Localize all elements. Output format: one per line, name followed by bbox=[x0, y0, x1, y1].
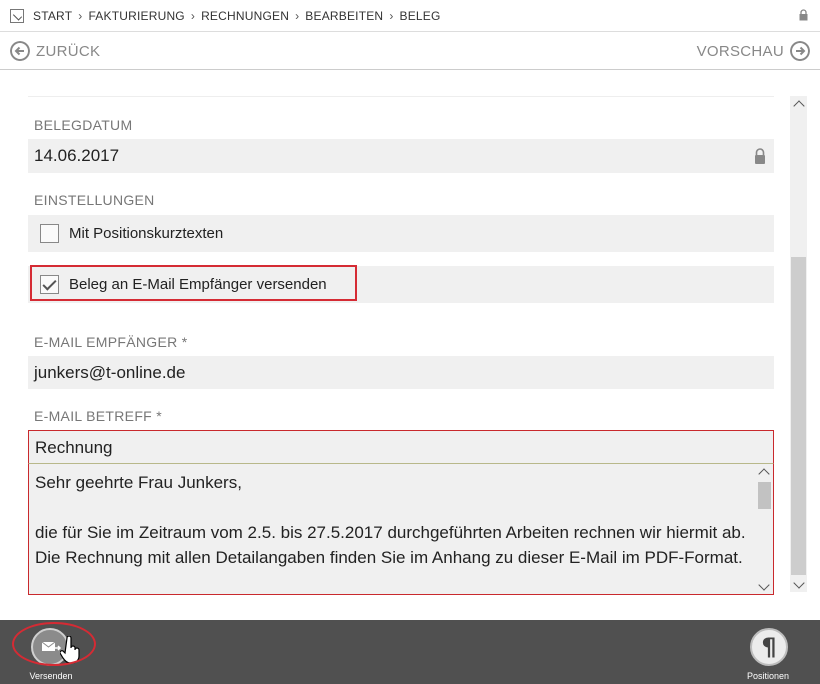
send-label: Versenden bbox=[29, 671, 73, 681]
email-empfaenger-field[interactable]: junkers@t-online.de bbox=[28, 356, 774, 389]
breadcrumb-item-beleg: BELEG bbox=[399, 8, 441, 23]
bottom-toolbar: Versenden ¶ Positionen bbox=[0, 620, 820, 684]
page-scrollbar[interactable] bbox=[790, 96, 807, 592]
breadcrumb-item-bearbeiten[interactable]: BEARBEITEN bbox=[305, 9, 383, 23]
scroll-down-icon[interactable] bbox=[758, 579, 770, 591]
breadcrumb-separator: › bbox=[190, 8, 196, 23]
scroll-down-icon[interactable] bbox=[793, 577, 805, 589]
option-positionskurztexten[interactable]: Mit Positionskurztexten bbox=[28, 215, 774, 252]
einstellungen-label: EINSTELLUNGEN bbox=[34, 192, 155, 208]
arrow-left-circle-icon bbox=[10, 41, 30, 61]
email-subject-value: Rechnung bbox=[35, 438, 113, 457]
email-betreff-label: E-MAIL BETREFF * bbox=[34, 408, 162, 424]
back-label: ZURÜCK bbox=[36, 42, 101, 60]
breadcrumb: START › FAKTURIERUNG › RECHNUNGEN › BEAR… bbox=[0, 0, 820, 32]
divider bbox=[28, 96, 774, 97]
lock-icon bbox=[799, 9, 808, 21]
preview-label: VORSCHAU bbox=[696, 42, 784, 60]
back-button[interactable]: ZURÜCK bbox=[10, 41, 100, 61]
highlight-annotation bbox=[30, 265, 357, 301]
form-content: BELEGDATUM 14.06.2017 EINSTELLUNGEN Mit … bbox=[0, 71, 790, 595]
breadcrumb-item-fakturierung[interactable]: FAKTURIERUNG bbox=[88, 9, 184, 23]
positionskurztexten-label: Mit Positionskurztexten bbox=[69, 225, 224, 242]
breadcrumb-item-rechnungen[interactable]: RECHNUNGEN bbox=[201, 9, 289, 23]
email-body-line: die für Sie im Zeitraum vom 2.5. bis 27.… bbox=[35, 523, 746, 567]
breadcrumb-separator: › bbox=[78, 8, 83, 23]
positionskurztexten-checkbox[interactable] bbox=[40, 224, 59, 243]
email-body-textarea[interactable]: Sehr geehrte Frau Junkers, die für Sie i… bbox=[28, 464, 774, 595]
breadcrumb-home-icon[interactable] bbox=[10, 8, 24, 23]
breadcrumb-separator: › bbox=[295, 8, 300, 23]
email-body-line bbox=[35, 495, 749, 520]
arrow-right-circle-icon bbox=[790, 41, 810, 61]
navigation-bar: ZURÜCK VORSCHAU bbox=[0, 32, 820, 70]
pilcrow-icon: ¶ bbox=[761, 633, 777, 661]
scrollbar-thumb[interactable] bbox=[791, 257, 806, 575]
belegdatum-value: 14.06.2017 bbox=[34, 146, 120, 165]
belegdatum-label: BELEGDATUM bbox=[34, 117, 133, 133]
breadcrumb-items: START › FAKTURIERUNG › RECHNUNGEN › BEAR… bbox=[33, 9, 441, 23]
breadcrumb-separator: › bbox=[389, 8, 394, 23]
breadcrumb-item-start[interactable]: START bbox=[33, 9, 72, 23]
scroll-up-icon[interactable] bbox=[793, 100, 805, 112]
belegdatum-field: 14.06.2017 bbox=[28, 139, 774, 173]
highlight-annotation bbox=[12, 622, 96, 666]
preview-button[interactable]: VORSCHAU bbox=[697, 41, 810, 61]
email-empfaenger-label: E-MAIL EMPFÄNGER * bbox=[34, 334, 188, 350]
email-subject-input[interactable]: Rechnung bbox=[28, 430, 774, 464]
positions-button[interactable]: ¶ bbox=[750, 628, 788, 666]
email-empfaenger-value: junkers@t-online.de bbox=[34, 363, 186, 382]
email-body-scrollbar[interactable] bbox=[756, 464, 773, 594]
email-body-text: Sehr geehrte Frau Junkers, die für Sie i… bbox=[35, 470, 749, 570]
scrollbar-thumb[interactable] bbox=[758, 482, 771, 509]
email-body-line: Sehr geehrte Frau Junkers, bbox=[35, 473, 242, 492]
scroll-up-icon[interactable] bbox=[758, 468, 770, 480]
positions-label: Positionen bbox=[746, 671, 790, 681]
lock-icon bbox=[755, 148, 765, 164]
